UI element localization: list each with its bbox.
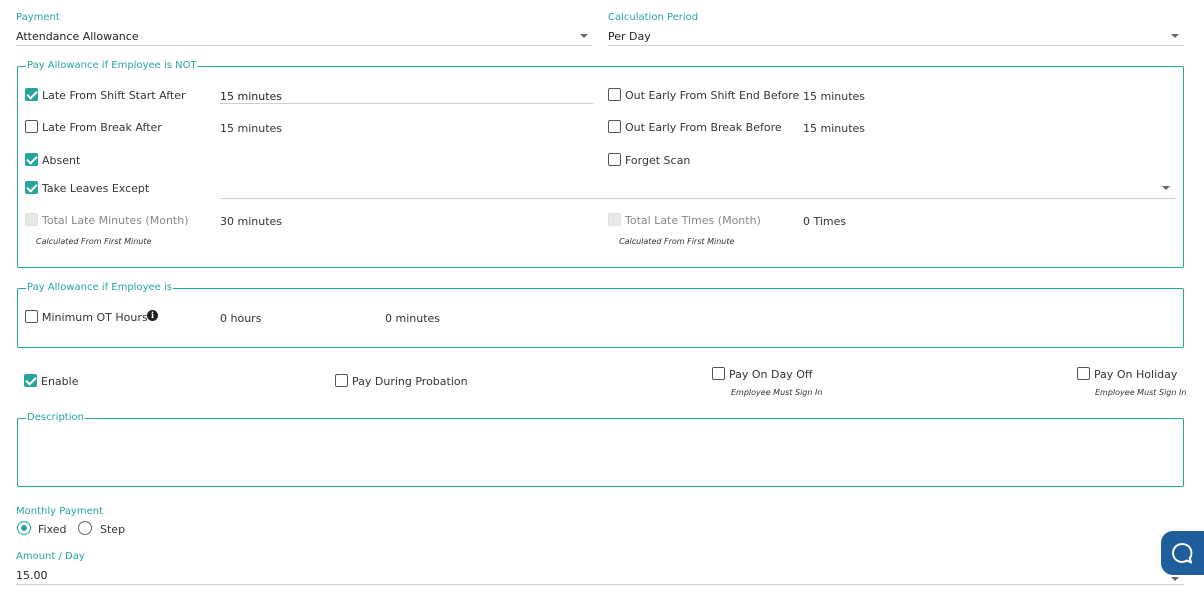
out-early-break-checkbox[interactable] [608, 120, 621, 133]
fixed-label: Fixed [38, 523, 67, 536]
pay-during-probation-checkbox[interactable] [335, 374, 348, 387]
out-early-shift-end-value: 15 minutes [803, 90, 866, 103]
amount-input[interactable]: 15.00 [16, 569, 48, 582]
total-late-minutes-value: 30 minutes [220, 215, 283, 228]
step-radio[interactable] [78, 521, 92, 535]
calculation-period-label: Calculation Period [608, 12, 699, 23]
late-break-label: Late From Break After [42, 121, 162, 134]
take-leaves-checkbox[interactable] [25, 181, 38, 194]
payment-value: Attendance Allowance [16, 30, 139, 43]
description-textarea[interactable]: Description [17, 412, 1184, 487]
pay-on-holiday-checkbox[interactable] [1077, 367, 1090, 380]
late-shift-start-input[interactable]: 15 minutes [220, 90, 282, 103]
late-shift-start-label: Late From Shift Start After [42, 89, 186, 102]
calculation-period-value: Per Day [608, 30, 651, 43]
pay-allowance-is-legend: Pay Allowance if Employee is [26, 282, 173, 294]
calculation-period-select[interactable]: Per Day [608, 28, 1184, 46]
min-ot-minutes: 0 minutes [385, 312, 441, 325]
chevron-down-icon [1171, 577, 1179, 581]
pay-during-probation-label: Pay During Probation [352, 375, 468, 388]
amount-label: Amount / Day [16, 551, 85, 562]
leave-types-select[interactable] [220, 180, 1176, 198]
take-leaves-label: Take Leaves Except [42, 182, 150, 195]
pay-on-holiday-note: Employee Must Sign In [1095, 388, 1187, 397]
chevron-down-icon [1171, 34, 1179, 38]
late-break-value: 15 minutes [220, 122, 283, 135]
total-late-times-label: Total Late Times (Month) [625, 214, 761, 227]
chevron-down-icon [1162, 186, 1170, 190]
total-late-times-value: 0 Times [803, 215, 847, 228]
chat-help-button[interactable] [1161, 531, 1204, 575]
info-icon[interactable]: i [147, 310, 158, 321]
pay-allowance-not-fieldset: Pay Allowance if Employee is NOT [17, 60, 1184, 268]
absent-label: Absent [42, 154, 81, 167]
step-label: Step [100, 523, 126, 536]
total-late-times-checkbox [608, 213, 621, 226]
late-break-checkbox[interactable] [25, 120, 38, 133]
absent-checkbox[interactable] [25, 153, 38, 166]
min-ot-hours: 0 hours [220, 312, 262, 325]
payment-select[interactable]: Attendance Allowance [16, 28, 592, 46]
total-late-minutes-checkbox [25, 213, 38, 226]
pay-on-day-off-label: Pay On Day Off [729, 368, 813, 381]
chevron-down-icon [580, 34, 588, 38]
pay-allowance-not-legend: Pay Allowance if Employee is NOT [26, 60, 198, 72]
late-shift-start-checkbox[interactable] [25, 88, 38, 101]
total-late-minutes-note: Calculated From First Minute [36, 237, 152, 246]
out-early-shift-end-checkbox[interactable] [608, 88, 621, 101]
pay-on-day-off-note: Employee Must Sign In [731, 388, 823, 397]
total-late-times-note: Calculated From First Minute [619, 237, 735, 246]
out-early-break-value: 15 minutes [803, 122, 866, 135]
min-ot-checkbox[interactable] [25, 310, 38, 323]
pay-on-holiday-label: Pay On Holiday [1094, 368, 1178, 381]
fixed-radio[interactable] [17, 521, 31, 535]
pay-allowance-is-fieldset: Pay Allowance if Employee is [17, 282, 1184, 348]
chat-help-icon [1172, 543, 1193, 564]
payment-label: Payment [16, 12, 60, 23]
total-late-minutes-label: Total Late Minutes (Month) [42, 214, 189, 227]
enable-label: Enable [41, 375, 79, 388]
monthly-payment-label: Monthly Payment [16, 506, 103, 517]
out-early-break-label: Out Early From Break Before [625, 121, 782, 134]
description-legend: Description [26, 412, 85, 424]
min-ot-label: Minimum OT Hours [42, 311, 148, 324]
forget-scan-checkbox[interactable] [608, 153, 621, 166]
pay-on-day-off-checkbox[interactable] [712, 367, 725, 380]
enable-checkbox[interactable] [24, 374, 37, 387]
forget-scan-label: Forget Scan [625, 154, 691, 167]
out-early-shift-end-label: Out Early From Shift End Before [625, 89, 800, 102]
